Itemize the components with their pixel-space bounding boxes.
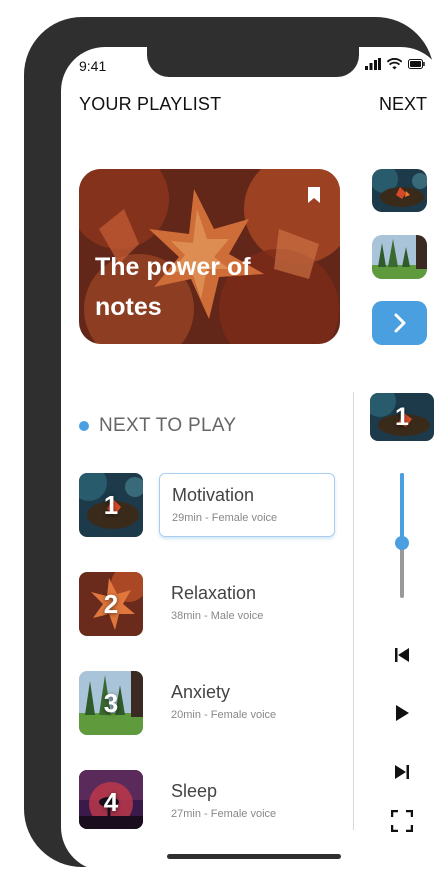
status-icons bbox=[365, 58, 425, 70]
bookmark-icon[interactable] bbox=[308, 187, 320, 203]
track-item[interactable]: 3 Anxiety 20min - Female voice bbox=[79, 671, 339, 737]
upcoming-thumbnail-2[interactable] bbox=[372, 235, 427, 279]
track-card[interactable]: Anxiety 20min - Female voice bbox=[159, 671, 335, 735]
play-button[interactable] bbox=[391, 702, 413, 724]
next-link[interactable]: NEXT bbox=[379, 94, 427, 115]
featured-card[interactable]: The power of notes bbox=[79, 169, 340, 344]
skip-previous-icon bbox=[395, 648, 409, 662]
track-number: 1 bbox=[103, 489, 119, 520]
track-title: Sleep bbox=[171, 781, 218, 801]
track-title: Relaxation bbox=[171, 583, 257, 603]
track-item[interactable]: 2 Relaxation 38min - Male voice bbox=[79, 572, 339, 638]
track-meta: 38min - Male voice bbox=[171, 610, 264, 622]
track-card[interactable]: Relaxation 38min - Male voice bbox=[159, 572, 335, 636]
track-item[interactable]: 1 Motivation 29min - Female voice bbox=[79, 473, 339, 539]
track-number: 3 bbox=[103, 687, 119, 718]
next-button[interactable] bbox=[372, 301, 427, 345]
home-indicator bbox=[167, 854, 341, 859]
wifi-icon bbox=[387, 58, 402, 70]
track-title: Motivation bbox=[172, 485, 255, 505]
upcoming-thumbnail-1[interactable] bbox=[372, 169, 427, 212]
fullscreen-icon bbox=[391, 810, 413, 832]
featured-title: The power of notes bbox=[95, 253, 251, 321]
track-meta: 27min - Female voice bbox=[171, 808, 277, 820]
track-title: Anxiety bbox=[171, 682, 231, 702]
track-meta: 20min - Female voice bbox=[171, 709, 277, 721]
section-dot bbox=[79, 421, 89, 431]
volume-fill bbox=[400, 473, 404, 543]
track-number: 4 bbox=[103, 786, 119, 817]
previous-button[interactable] bbox=[391, 644, 413, 666]
phone-frame: 9:41 YOUR PLAYLIST NEXT The power of not… bbox=[24, 17, 444, 871]
section-label: NEXT TO PLAY bbox=[99, 415, 237, 436]
battery-icon bbox=[408, 59, 425, 69]
volume-knob[interactable] bbox=[395, 536, 409, 550]
track-number: 2 bbox=[103, 588, 119, 619]
now-playing-number: 1 bbox=[395, 402, 409, 431]
play-icon bbox=[396, 705, 409, 721]
signal-icon bbox=[365, 58, 381, 70]
track-card[interactable]: Sleep 27min - Female voice bbox=[159, 770, 335, 834]
track-meta: 29min - Female voice bbox=[172, 512, 278, 524]
status-time: 9:41 bbox=[79, 58, 107, 74]
section-header: NEXT TO PLAY bbox=[79, 415, 236, 437]
track-card[interactable]: Motivation 29min - Female voice bbox=[159, 473, 335, 537]
app-screen: 9:41 YOUR PLAYLIST NEXT The power of not… bbox=[61, 47, 444, 871]
fullscreen-button[interactable] bbox=[391, 810, 413, 832]
notch bbox=[147, 47, 359, 77]
column-divider bbox=[353, 392, 354, 830]
chevron-right-icon bbox=[394, 313, 405, 333]
next-track-button[interactable] bbox=[391, 761, 413, 783]
track-item[interactable]: 4 Sleep 27min - Female voice bbox=[79, 770, 339, 836]
page-title: YOUR PLAYLIST bbox=[79, 94, 222, 114]
skip-next-icon bbox=[395, 765, 409, 779]
volume-slider[interactable] bbox=[395, 473, 409, 598]
